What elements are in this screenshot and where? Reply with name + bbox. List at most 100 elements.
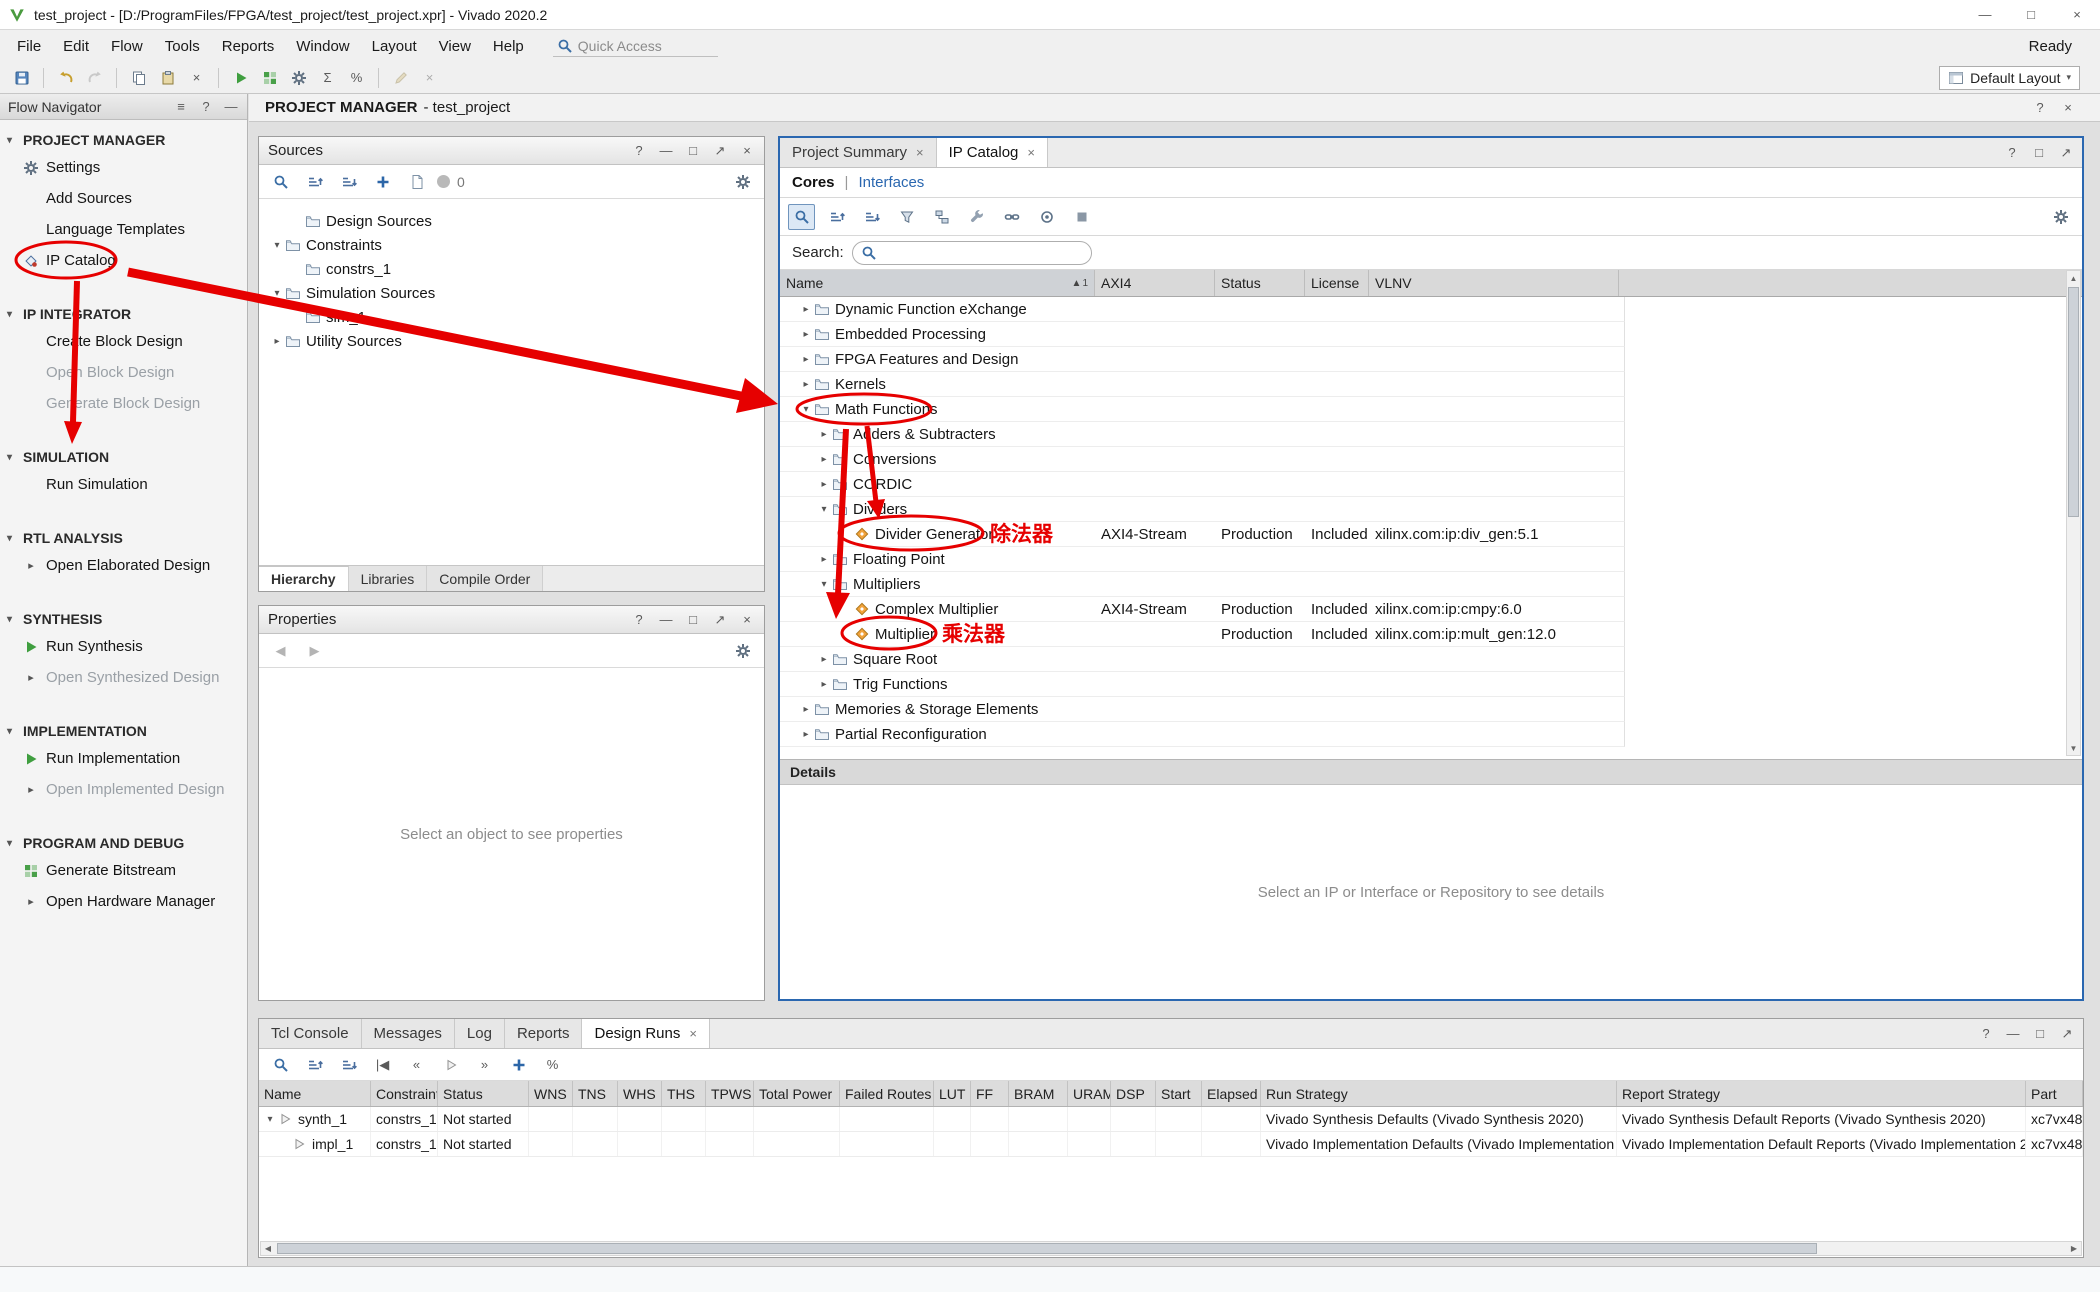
column-header-report-strategy[interactable]: Report Strategy — [1617, 1081, 2026, 1106]
expand-all-button[interactable] — [858, 204, 885, 230]
doc-button[interactable] — [403, 169, 430, 195]
redo-button[interactable] — [81, 65, 108, 91]
column-header-ths[interactable]: THS — [662, 1081, 706, 1106]
column-header-vlnv[interactable]: VLNV — [1369, 270, 1619, 296]
search-button[interactable] — [267, 1052, 294, 1078]
ip-vertical-scrollbar[interactable]: ▲ ▼ — [2066, 270, 2081, 756]
expander-closed-icon[interactable]: ▸ — [816, 479, 832, 490]
column-header-total-power[interactable]: Total Power — [754, 1081, 840, 1106]
edit-button[interactable] — [387, 65, 414, 91]
scroll-right-arrow[interactable]: ▶ — [2067, 1242, 2081, 1255]
menu-file[interactable]: File — [6, 33, 52, 60]
expander-closed-icon[interactable]: ▸ — [798, 379, 814, 390]
collapse-all-button[interactable] — [301, 1052, 328, 1078]
sidebar-item-language-templates[interactable]: Language Templates — [0, 214, 247, 245]
expander-closed-icon[interactable]: ▸ — [816, 429, 832, 440]
layout-selector[interactable]: Default Layout ▾ — [1939, 66, 2080, 90]
help-icon[interactable]: ? — [198, 99, 214, 115]
tab-project-summary[interactable]: Project Summary× — [780, 138, 937, 167]
expander-open-icon[interactable]: ▾ — [269, 240, 285, 251]
expander-open-icon[interactable]: ▾ — [269, 288, 285, 299]
search-button[interactable] — [788, 204, 815, 230]
column-header-bram[interactable]: BRAM — [1009, 1081, 1068, 1106]
expander-closed-icon[interactable]: ▸ — [816, 654, 832, 665]
menu-tools[interactable]: Tools — [154, 33, 211, 60]
expander-closed-icon[interactable]: ▸ — [816, 679, 832, 690]
copy-button[interactable] — [125, 65, 152, 91]
flow-section-header-rtl-analysis[interactable]: ▾RTL ANALYSIS — [0, 526, 247, 550]
column-header-run-strategy[interactable]: Run Strategy — [1261, 1081, 1617, 1106]
tab-tcl-console[interactable]: Tcl Console — [259, 1019, 362, 1048]
scroll-thumb[interactable] — [2068, 287, 2079, 517]
ip-row-dividers[interactable]: ▾Dividers — [780, 497, 1625, 522]
ip-row-kernels[interactable]: ▸Kernels — [780, 372, 1625, 397]
expander-open-icon[interactable]: ▾ — [816, 504, 832, 515]
sidebar-item-open-implemented-design[interactable]: ▸Open Implemented Design — [0, 774, 247, 805]
maximize-icon[interactable]: □ — [2032, 1026, 2048, 1042]
tab-reports[interactable]: Reports — [505, 1019, 583, 1048]
sidebar-item-generate-block-design[interactable]: Generate Block Design — [0, 388, 247, 419]
scroll-thumb[interactable] — [277, 1243, 1817, 1254]
ip-row-multipliers[interactable]: ▾Multipliers — [780, 572, 1625, 597]
fast-forward-button[interactable]: » — [471, 1052, 498, 1078]
ip-row-memories-storage-elements[interactable]: ▸Memories & Storage Elements — [780, 697, 1625, 722]
view-cores[interactable]: Cores — [792, 174, 835, 191]
close-icon[interactable]: × — [689, 1026, 697, 1041]
search-button[interactable] — [267, 169, 294, 195]
ip-row-cordic[interactable]: ▸CORDIC — [780, 472, 1625, 497]
float-icon[interactable]: ↗ — [712, 612, 728, 628]
undo-button[interactable] — [52, 65, 79, 91]
close-icon[interactable]: × — [916, 145, 924, 160]
menu-view[interactable]: View — [428, 33, 482, 60]
menu-layout[interactable]: Layout — [361, 33, 428, 60]
tree-item-simulation-sources[interactable]: ▾Simulation Sources — [259, 281, 764, 305]
forward-button[interactable]: ▶ — [301, 638, 328, 664]
column-header-dsp[interactable]: DSP — [1111, 1081, 1156, 1106]
step-first-button[interactable]: |◀ — [369, 1052, 396, 1078]
expander-closed-icon[interactable]: ▸ — [798, 354, 814, 365]
back-button[interactable]: ◀ — [267, 638, 294, 664]
help-icon[interactable]: ? — [631, 612, 647, 628]
column-header-license[interactable]: License — [1305, 270, 1369, 296]
quick-access-search[interactable]: Quick Access — [553, 35, 718, 57]
flow-section-header-project-manager[interactable]: ▾PROJECT MANAGER — [0, 128, 247, 152]
target-button[interactable] — [1033, 204, 1060, 230]
scroll-down-arrow[interactable]: ▼ — [2067, 741, 2080, 755]
sidebar-item-run-synthesis[interactable]: Run Synthesis — [0, 631, 247, 662]
scroll-left-arrow[interactable]: ◀ — [261, 1242, 275, 1255]
expander-closed-icon[interactable]: ▸ — [798, 704, 814, 715]
expander-open-icon[interactable]: ▾ — [816, 579, 832, 590]
expander-open-icon[interactable]: ▾ — [798, 404, 814, 415]
column-header-status[interactable]: Status — [438, 1081, 529, 1106]
tree-item-sim-1[interactable]: sim_1 — [259, 305, 764, 329]
column-header-name[interactable]: Name▲1 — [780, 270, 1095, 296]
column-header-failed-routes[interactable]: Failed Routes — [840, 1081, 934, 1106]
ip-row-complex-multiplier[interactable]: Complex MultiplierAXI4-StreamProductionI… — [780, 597, 1625, 622]
tree-item-constrs-1[interactable]: constrs_1 — [259, 257, 764, 281]
minimize-icon[interactable]: — — [658, 143, 674, 159]
ip-row-partial-reconfiguration[interactable]: ▸Partial Reconfiguration — [780, 722, 1625, 747]
column-header-tpws[interactable]: TPWS — [706, 1081, 754, 1106]
tree-item-constraints[interactable]: ▾Constraints — [259, 233, 764, 257]
close-button[interactable]: × — [2054, 0, 2100, 29]
help-icon[interactable]: ? — [631, 143, 647, 159]
ip-row-embedded-processing[interactable]: ▸Embedded Processing — [780, 322, 1625, 347]
bitstream-button[interactable] — [256, 65, 283, 91]
column-header-lut[interactable]: LUT — [934, 1081, 971, 1106]
expander-closed-icon[interactable]: ▸ — [269, 336, 285, 347]
fast-back-button[interactable]: « — [403, 1052, 430, 1078]
maximize-icon[interactable]: □ — [685, 143, 701, 159]
maximize-icon[interactable]: □ — [2031, 145, 2047, 161]
tab-ip-catalog[interactable]: IP Catalog× — [937, 138, 1048, 167]
ip-row-trig-functions[interactable]: ▸Trig Functions — [780, 672, 1625, 697]
help-icon[interactable]: ? — [2032, 100, 2048, 116]
flow-section-header-ip-integrator[interactable]: ▾IP INTEGRATOR — [0, 302, 247, 326]
column-header-uram[interactable]: URAM — [1068, 1081, 1111, 1106]
menu-edit[interactable]: Edit — [52, 33, 100, 60]
add-button[interactable] — [369, 169, 396, 195]
column-header-part[interactable]: Part — [2026, 1081, 2083, 1106]
sidebar-item-open-elaborated-design[interactable]: ▸Open Elaborated Design — [0, 550, 247, 581]
float-icon[interactable]: ↗ — [2058, 145, 2074, 161]
tree-item-utility-sources[interactable]: ▸Utility Sources — [259, 329, 764, 353]
close-icon[interactable]: × — [739, 612, 755, 628]
